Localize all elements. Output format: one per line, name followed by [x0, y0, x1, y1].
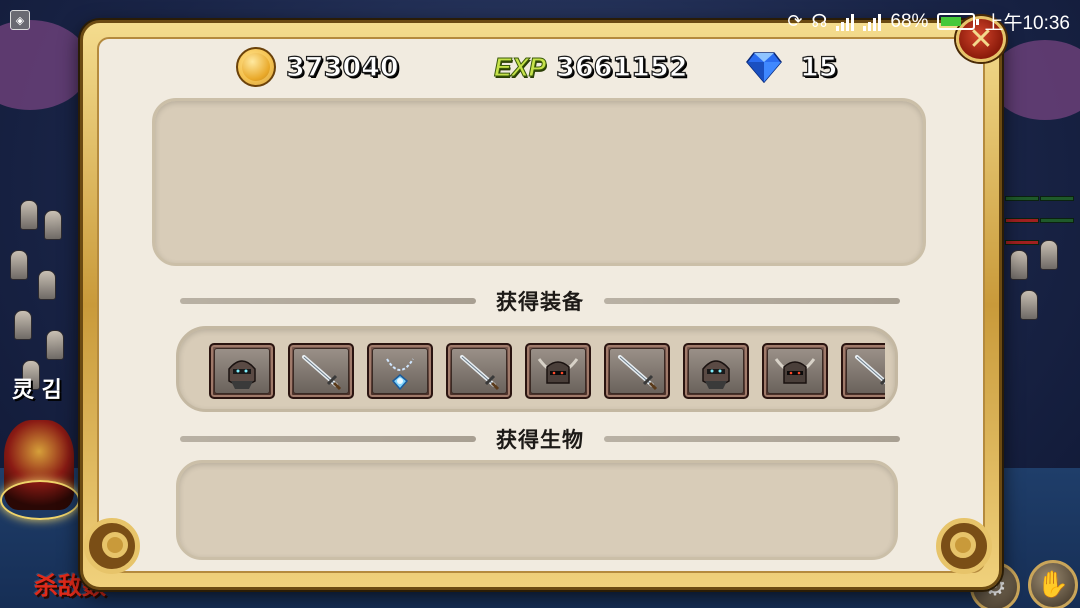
headset-icon: ☊	[811, 11, 828, 31]
masked-helmet-icon	[688, 348, 744, 394]
rotate-lock-icon: ⟳	[787, 11, 803, 31]
exp-amount: 3661152	[555, 51, 688, 83]
diamond-icon	[746, 51, 782, 84]
skeleton-unit	[1020, 290, 1038, 320]
creatures-list[interactable]	[176, 460, 898, 560]
app-badge-icon: ◈	[10, 10, 30, 30]
equipment-slot[interactable]	[683, 343, 749, 399]
horned-helmet-icon	[530, 348, 586, 394]
gem-display: 15	[746, 48, 838, 86]
skeleton-unit	[46, 330, 64, 360]
sword-icon	[609, 348, 665, 394]
hand-icon: ✋	[1036, 570, 1070, 600]
gold-display: 373040	[236, 47, 399, 87]
skeleton-unit	[14, 310, 32, 340]
gold-coin-icon	[236, 47, 276, 87]
magic-circle	[0, 480, 80, 520]
amulet-icon	[372, 348, 428, 394]
health-bar	[1040, 196, 1074, 201]
health-bar	[1005, 196, 1039, 201]
horned-helmet-icon	[767, 348, 823, 394]
reward-summary-box	[152, 98, 926, 266]
skeleton-unit	[38, 270, 56, 300]
creatures-section-title: 获得生物	[496, 428, 584, 452]
skeleton-unit	[44, 210, 62, 240]
equipment-slot[interactable]	[446, 343, 512, 399]
signal-icon	[836, 13, 855, 31]
clock: 上午10:36	[984, 13, 1070, 34]
battery-icon	[937, 13, 980, 30]
equipment-strip[interactable]	[209, 343, 885, 401]
equipment-slot[interactable]	[525, 343, 591, 399]
unit-name-text: 灵 김	[12, 378, 62, 403]
status-bar: ◈ ⟳ ☊ 68% 上午10:36	[0, 0, 1080, 40]
divider	[180, 298, 476, 304]
creatures-section-header: 获得生物	[180, 424, 900, 454]
skeleton-unit	[10, 250, 28, 280]
equipment-slot[interactable]	[367, 343, 433, 399]
skeleton-unit	[20, 200, 38, 230]
divider	[180, 436, 476, 442]
scroll-ornament-left	[82, 510, 152, 580]
sword-icon	[451, 348, 507, 394]
skeleton-unit	[1010, 250, 1028, 280]
equipment-slot[interactable]	[841, 343, 885, 399]
gem-amount: 15	[799, 51, 838, 83]
scroll-ornament-right	[926, 510, 996, 580]
masked-helmet-icon	[214, 348, 270, 394]
signal-icon	[863, 13, 882, 31]
gold-amount: 373040	[285, 51, 399, 83]
equipment-slot[interactable]	[604, 343, 670, 399]
equipment-section-title: 获得装备	[496, 290, 584, 314]
health-bar	[1005, 218, 1039, 223]
health-bar	[1040, 218, 1074, 223]
hand-skill-button[interactable]: ✋	[1028, 560, 1078, 608]
equipment-section-header: 获得装备	[180, 286, 900, 316]
battery-percent: 68%	[890, 10, 929, 32]
equipment-list[interactable]	[176, 326, 898, 412]
divider	[604, 298, 900, 304]
tree-foliage	[990, 40, 1080, 120]
equipment-slot[interactable]	[762, 343, 828, 399]
exp-icon: EXP	[493, 51, 547, 82]
sword-icon	[293, 348, 349, 394]
skeleton-unit	[1040, 240, 1058, 270]
sword-icon	[846, 348, 885, 394]
equipment-slot[interactable]	[209, 343, 275, 399]
equipment-slot[interactable]	[288, 343, 354, 399]
health-bar	[1005, 240, 1039, 245]
divider	[604, 436, 900, 442]
exp-display: EXP 3661152	[493, 48, 688, 86]
